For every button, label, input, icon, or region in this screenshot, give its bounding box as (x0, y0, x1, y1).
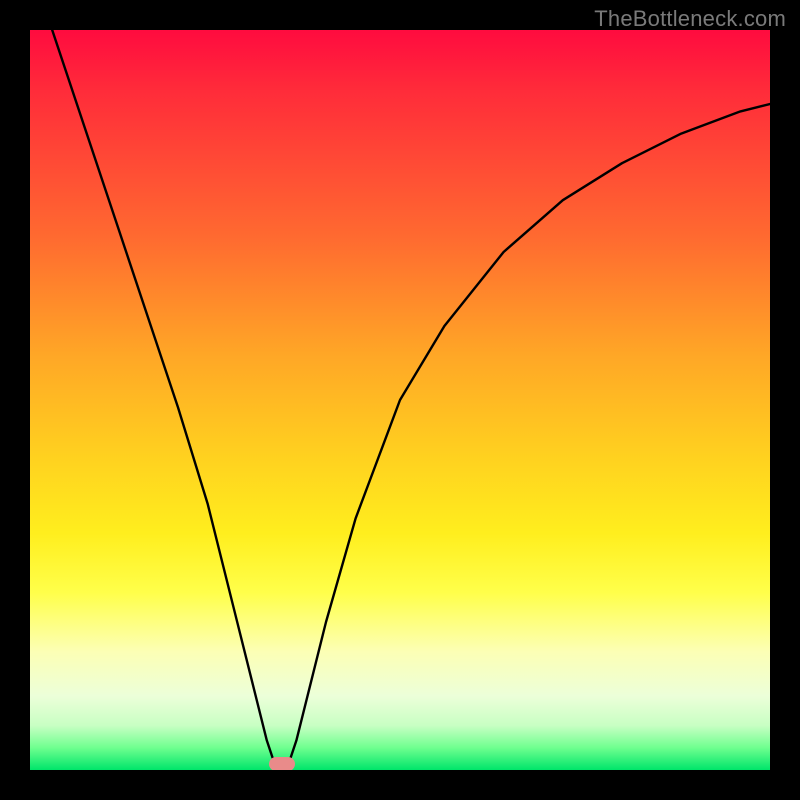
watermark-text: TheBottleneck.com (594, 6, 786, 32)
plot-area (30, 30, 770, 770)
chart-frame: TheBottleneck.com (0, 0, 800, 800)
minimum-marker (269, 757, 295, 770)
bottleneck-curve (30, 30, 770, 770)
